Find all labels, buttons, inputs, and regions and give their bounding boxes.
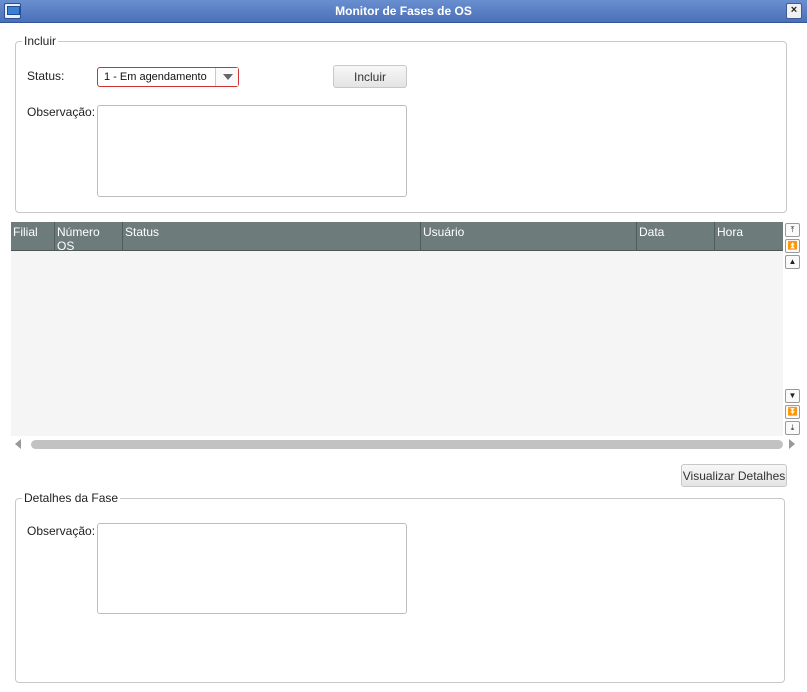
status-select-value: 1 - Em agendamento (104, 71, 207, 83)
scroll-up-icon[interactable]: ▲ (785, 255, 800, 269)
scroll-right-icon[interactable] (789, 439, 795, 449)
grid-horizontal-scrollbar[interactable] (11, 436, 801, 452)
scrollbar-thumb[interactable] (31, 440, 783, 449)
column-header-hora[interactable]: Hora (715, 222, 783, 251)
detalhes-legend: Detalhes da Fase (24, 491, 119, 505)
status-label: Status: (27, 69, 65, 83)
observacao-label: Observação: (27, 105, 96, 119)
detalhes-observacao-field[interactable] (97, 523, 407, 614)
scroll-left-icon[interactable] (15, 439, 21, 449)
scroll-down-icon[interactable]: ▼ (785, 389, 800, 403)
column-header-numero-os[interactable]: Número OS (55, 222, 123, 253)
grid-header: Filial Número OS Status Usuário Data Hor… (11, 222, 783, 253)
grid-vertical-scroll: ⤒ ⏫ ▲ ▼ ⏬ ⤓ (785, 223, 800, 435)
status-select[interactable]: 1 - Em agendamento (97, 67, 239, 87)
column-header-usuario[interactable]: Usuário (421, 222, 637, 251)
visualizar-detalhes-button[interactable]: Visualizar Detalhes (681, 464, 787, 487)
scroll-first-icon[interactable]: ⤒ (785, 223, 800, 237)
window-title: Monitor de Fases de OS (335, 4, 472, 18)
observacao-input[interactable] (97, 105, 407, 197)
column-header-data[interactable]: Data (637, 222, 715, 251)
column-header-filial[interactable]: Filial (11, 222, 55, 251)
column-header-status[interactable]: Status (123, 222, 421, 251)
close-button[interactable]: × (786, 3, 802, 19)
fases-grid[interactable]: Filial Número OS Status Usuário Data Hor… (11, 222, 783, 436)
scroll-page-up-icon[interactable]: ⏫ (785, 239, 800, 253)
chevron-down-icon[interactable] (215, 68, 238, 86)
incluir-button[interactable]: Incluir (333, 65, 407, 88)
scroll-page-down-icon[interactable]: ⏬ (785, 405, 800, 419)
detalhes-observacao-label: Observação: (27, 524, 96, 538)
scroll-last-icon[interactable]: ⤓ (785, 421, 800, 435)
title-bar: Monitor de Fases de OS × (0, 0, 807, 23)
incluir-legend: Incluir (24, 34, 57, 48)
